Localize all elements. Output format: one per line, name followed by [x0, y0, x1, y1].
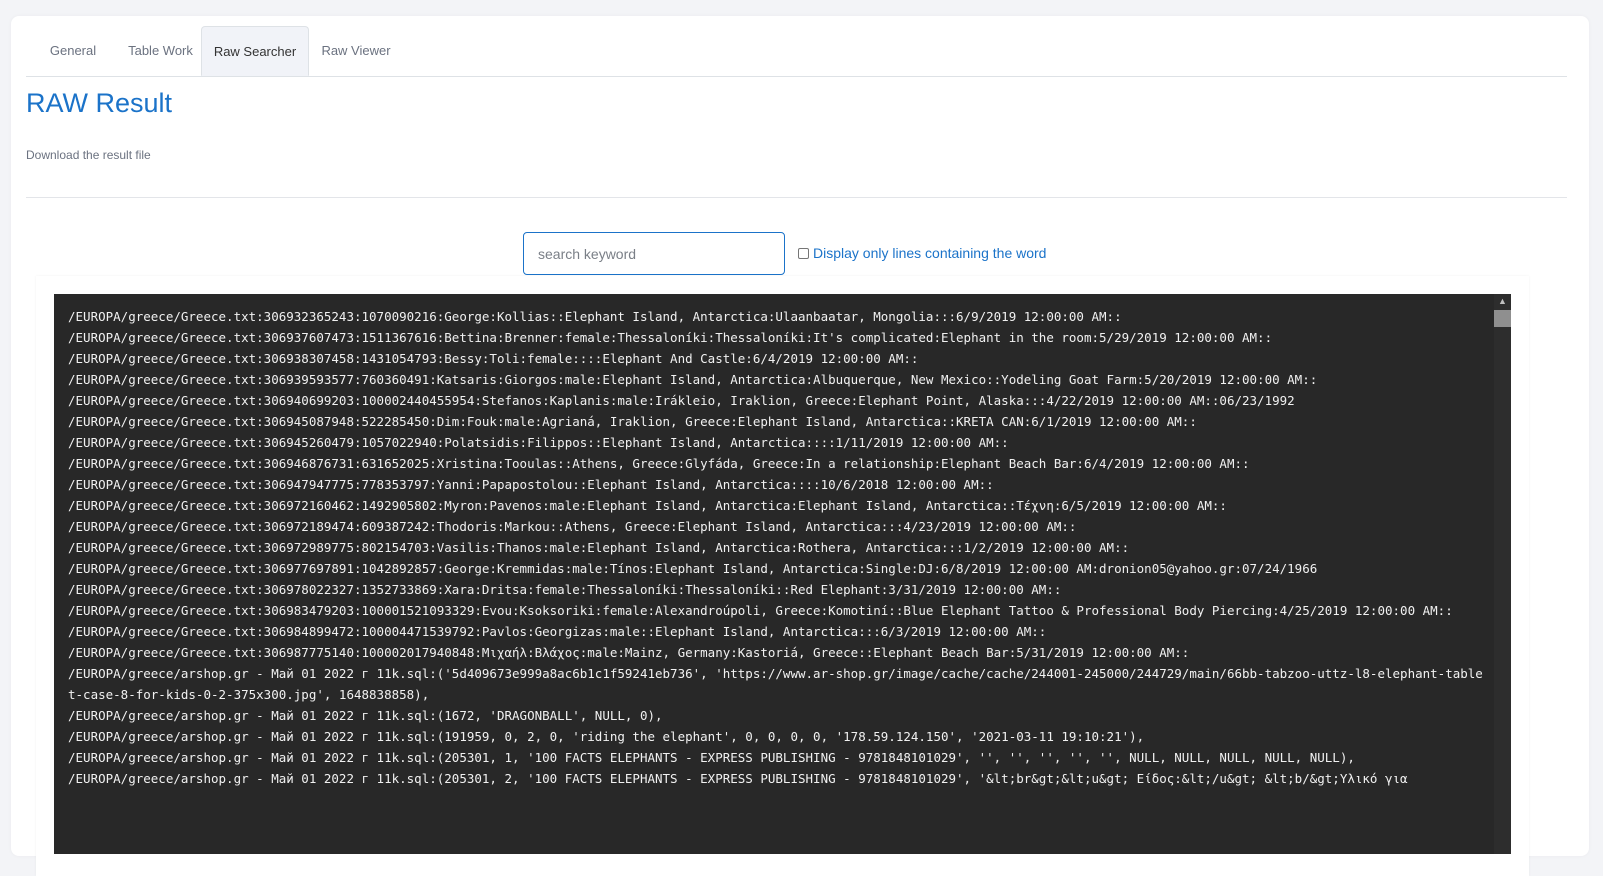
result-line: /EUROPA/greece/Greece.txt:306946876731:6…	[68, 456, 1250, 471]
result-line: /EUROPA/greece/Greece.txt:306938307458:1…	[68, 351, 919, 366]
download-result-link[interactable]: Download the result file	[26, 148, 151, 162]
filter-option[interactable]: Display only lines containing the word	[798, 244, 1046, 262]
result-line: /EUROPA/greece/Greece.txt:306940699203:1…	[68, 393, 1295, 408]
tab-table-work[interactable]: Table Work	[120, 26, 201, 75]
result-line: /EUROPA/greece/Greece.txt:306939593577:7…	[68, 372, 1318, 387]
result-line: /EUROPA/greece/Greece.txt:306945260479:1…	[68, 435, 1009, 450]
divider	[26, 197, 1567, 198]
result-line: /EUROPA/greece/Greece.txt:306947947775:7…	[68, 477, 994, 492]
filter-checkbox-label[interactable]: Display only lines containing the word	[813, 245, 1046, 261]
result-lines: /EUROPA/greece/Greece.txt:306932365243:1…	[68, 306, 1489, 789]
result-line: /EUROPA/greece/arshop.gr - Май 01 2022 г…	[68, 666, 1483, 702]
scrollbar-thumb[interactable]	[1494, 310, 1511, 327]
result-line: /EUROPA/greece/Greece.txt:306977697891:1…	[68, 561, 1318, 576]
result-line: /EUROPA/greece/Greece.txt:306932365243:1…	[68, 309, 1122, 324]
result-line: /EUROPA/greece/Greece.txt:306978022327:1…	[68, 582, 1062, 597]
result-line: /EUROPA/greece/arshop.gr - Май 01 2022 г…	[68, 771, 1408, 786]
raw-result-console[interactable]: /EUROPA/greece/Greece.txt:306932365243:1…	[54, 294, 1511, 854]
result-line: /EUROPA/greece/Greece.txt:306945087948:5…	[68, 414, 1197, 429]
result-line: /EUROPA/greece/Greece.txt:306984899472:1…	[68, 624, 1047, 639]
result-line: /EUROPA/greece/Greece.txt:306937607473:1…	[68, 330, 1273, 345]
result-line: /EUROPA/greece/Greece.txt:306972189474:6…	[68, 519, 1077, 534]
tab-raw-viewer[interactable]: Raw Viewer	[309, 26, 403, 75]
result-line: /EUROPA/greece/Greece.txt:306983479203:1…	[68, 603, 1453, 618]
result-line: /EUROPA/greece/arshop.gr - Май 01 2022 г…	[68, 750, 1355, 765]
filter-checkbox[interactable]	[798, 247, 809, 259]
tab-raw-searcher[interactable]: Raw Searcher	[201, 26, 309, 76]
result-line: /EUROPA/greece/Greece.txt:306972989775:8…	[68, 540, 1130, 555]
tab-bar: General Table Work Raw Searcher Raw View…	[26, 26, 1567, 77]
search-input[interactable]	[523, 232, 785, 275]
result-line: /EUROPA/greece/Greece.txt:306972160462:1…	[68, 498, 1227, 513]
scroll-up-icon[interactable]: ▲	[1494, 294, 1511, 309]
result-line: /EUROPA/greece/arshop.gr - Май 01 2022 г…	[68, 729, 1145, 744]
result-line: /EUROPA/greece/Greece.txt:306987775140:1…	[68, 645, 1190, 660]
scrollbar[interactable]: ▲	[1494, 294, 1511, 854]
tab-general[interactable]: General	[26, 26, 120, 75]
page-title: RAW Result	[26, 88, 173, 118]
result-line: /EUROPA/greece/arshop.gr - Май 01 2022 г…	[68, 708, 663, 723]
